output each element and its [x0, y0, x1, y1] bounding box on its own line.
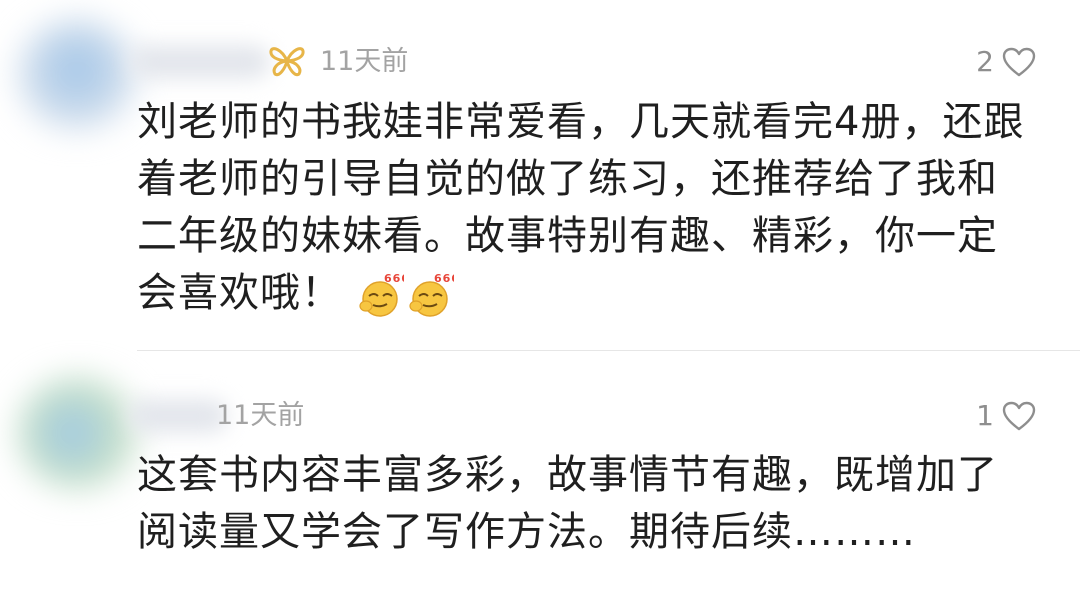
heart-icon — [1002, 401, 1036, 431]
comment-item: 11天前 2 刘老师的书我娃非常爱看，几天就看完4册，还跟着老师的引导自觉的做了… — [0, 0, 1080, 350]
avatar[interactable] — [18, 20, 136, 130]
emoji-group: 666 666 — [356, 272, 454, 318]
comment-body: 刘老师的书我娃非常爱看，几天就看完4册，还跟着老师的引导自觉的做了练习，还推荐给… — [137, 94, 1027, 322]
username[interactable] — [130, 45, 270, 79]
like-count: 2 — [976, 45, 994, 78]
username[interactable] — [128, 399, 228, 433]
avatar[interactable] — [18, 377, 138, 489]
comment-item: 11天前 1 这套书内容丰富多彩，故事情节有趣，既增加了阅读量又学会了写作方法。… — [0, 351, 1080, 601]
comment-time: 11天前 — [320, 46, 409, 77]
like-button[interactable]: 1 — [976, 401, 1036, 431]
emoji-label: 666 — [384, 272, 404, 285]
comment-text: 刘老师的书我娃非常爱看，几天就看完4册，还跟着老师的引导自觉的做了练习，还推荐给… — [137, 99, 1025, 316]
heart-icon — [1002, 47, 1036, 77]
comment-time: 11天前 — [216, 400, 305, 431]
emoji-label: 666 — [434, 272, 454, 285]
butterfly-badge-icon — [269, 47, 305, 77]
comment-body: 这套书内容丰富多彩，故事情节有趣，既增加了阅读量又学会了写作方法。期待后续……… — [137, 447, 1027, 561]
comment-text: 这套书内容丰富多彩，故事情节有趣，既增加了阅读量又学会了写作方法。期待后续……… — [137, 452, 998, 555]
like-button[interactable]: 2 — [976, 47, 1036, 77]
666-emoji-icon: 666 — [359, 272, 404, 317]
like-count: 1 — [976, 399, 994, 432]
666-emoji-icon: 666 — [409, 272, 454, 317]
